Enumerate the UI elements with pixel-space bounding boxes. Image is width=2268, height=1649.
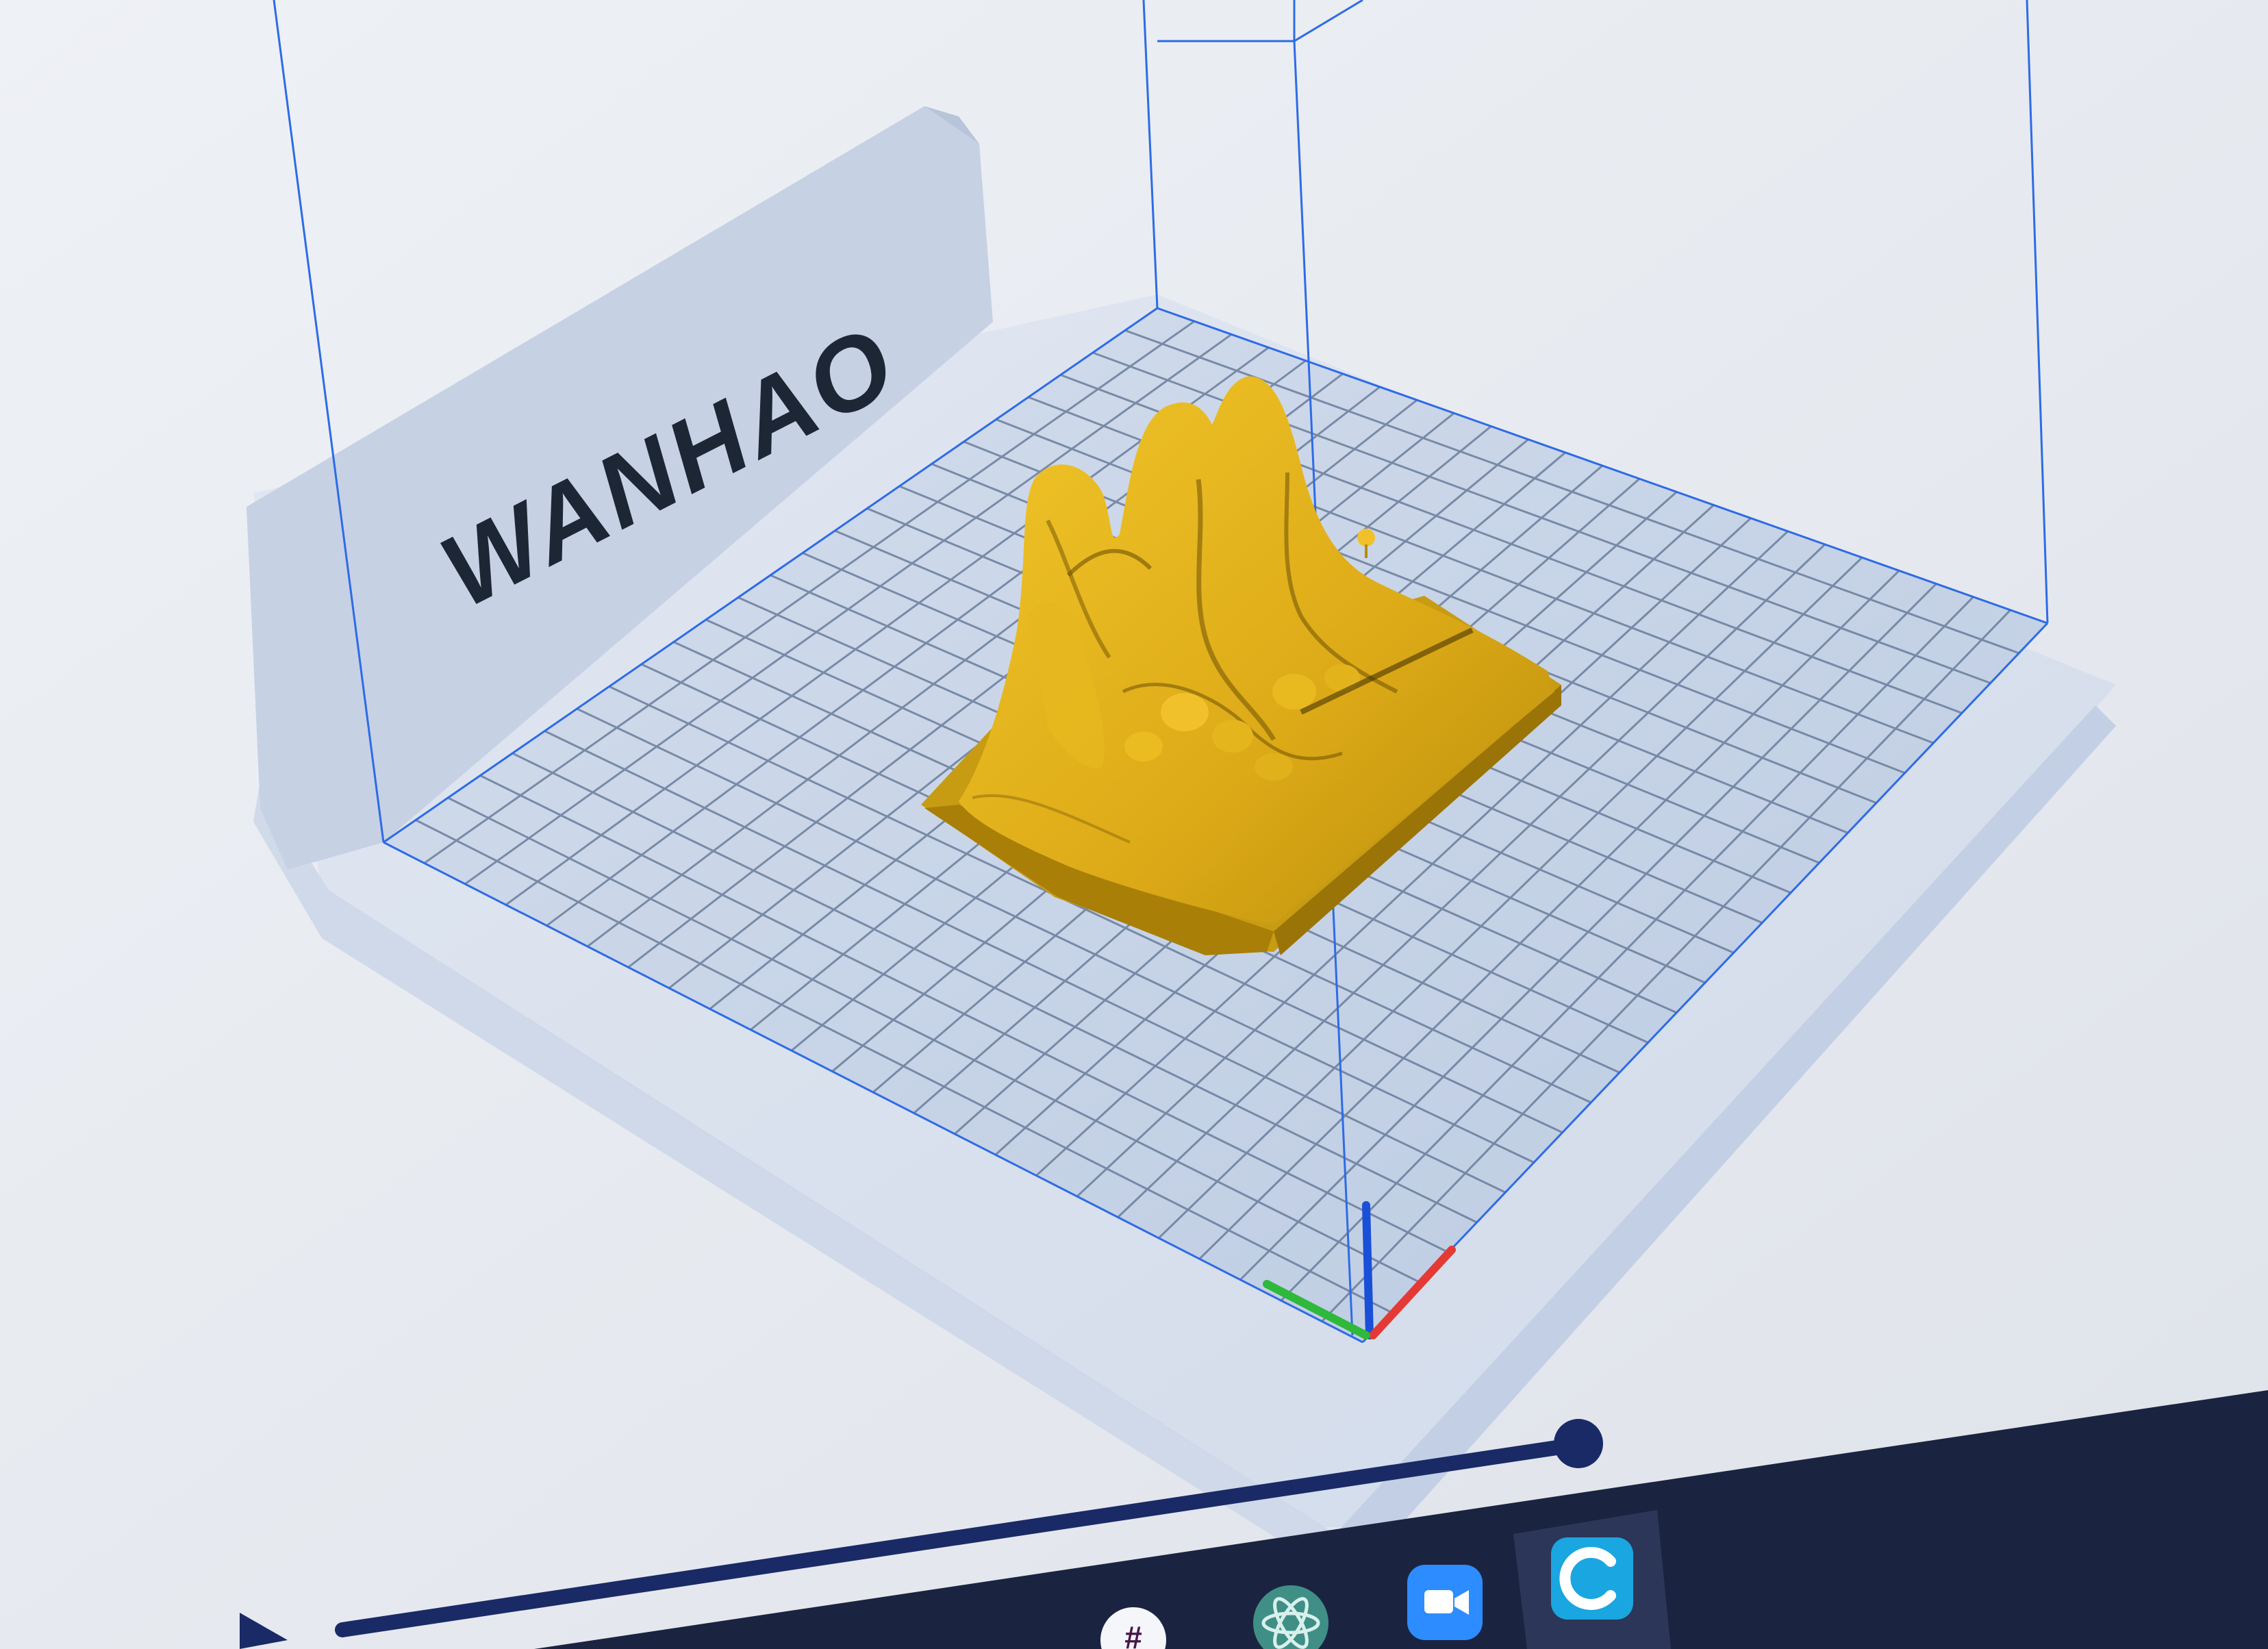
cura-icon[interactable] [1551, 1537, 1633, 1620]
viewport-3d[interactable]: WANHAO # [0, 0, 2268, 1649]
svg-text:#: # [1124, 1620, 1142, 1649]
layer-slider-handle[interactable] [1554, 1419, 1603, 1468]
z-axis-icon [1362, 1201, 1374, 1339]
zoom-icon[interactable] [1407, 1565, 1483, 1640]
